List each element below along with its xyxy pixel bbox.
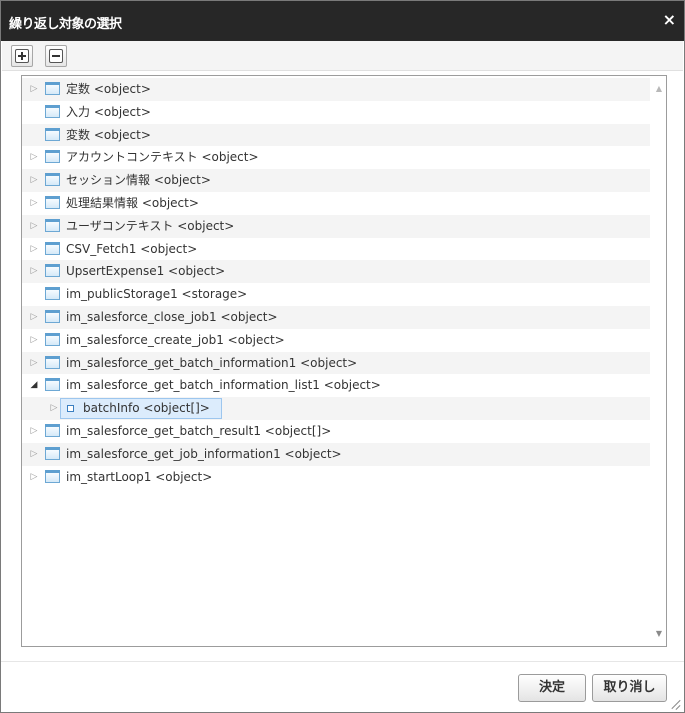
tree-rows: ▷ 定数 <object> 入力 <object> 変数 <object> ▷ … [22, 78, 651, 488]
tree-node-label: アカウントコンテキスト <object> [66, 150, 259, 165]
tree-node-get-batch-information-list[interactable]: ◢ im_salesforce_get_batch_information_li… [22, 374, 651, 397]
minus-box-icon [49, 49, 63, 63]
folder-icon [45, 241, 60, 255]
collapse-arrow-icon[interactable]: ◢ [29, 374, 39, 397]
expand-all-button[interactable] [11, 45, 33, 67]
folder-icon [45, 332, 60, 346]
expand-arrow-icon[interactable]: ▷ [29, 146, 39, 169]
dialog-titlebar: 繰り返し対象の選択 × [1, 1, 684, 41]
expand-arrow-icon[interactable]: ▷ [29, 192, 39, 215]
scroll-down-icon[interactable]: ▼ [656, 629, 662, 638]
tree-node-label: 入力 <object> [66, 104, 151, 119]
folder-icon [45, 195, 60, 209]
tree-node-label: UpsertExpense1 <object> [66, 264, 226, 279]
folder-icon [45, 104, 60, 118]
tree-node-session-info[interactable]: ▷ セッション情報 <object> [22, 169, 651, 192]
expand-arrow-icon[interactable]: ▷ [29, 352, 39, 375]
folder-icon [45, 423, 60, 437]
tree-node-user-context[interactable]: ▷ ユーザコンテキスト <object> [22, 214, 651, 238]
plus-box-icon [15, 49, 29, 63]
folder-icon [45, 218, 60, 232]
expand-arrow-icon[interactable]: ▷ [29, 78, 39, 101]
folder-icon [45, 150, 60, 164]
tree-node-csv-fetch[interactable]: ▷ CSV_Fetch1 <object> [22, 238, 651, 261]
tree-node-process-result[interactable]: ▷ 処理結果情報 <object> [22, 192, 651, 215]
tree-node-close-job[interactable]: ▷ im_salesforce_close_job1 <object> [22, 305, 651, 329]
folder-icon [45, 287, 60, 301]
expand-arrow-icon[interactable]: ▷ [29, 238, 39, 261]
folder-icon [45, 127, 60, 141]
folder-icon [45, 309, 60, 323]
tree-node-label: batchInfo <object[]> [83, 401, 210, 416]
folder-icon [45, 173, 60, 187]
expand-arrow-icon[interactable]: ▷ [29, 466, 39, 489]
expand-arrow-icon[interactable]: ▷ [49, 397, 59, 420]
tree-node-start-loop[interactable]: ▷ im_startLoop1 <object> [22, 466, 651, 489]
tree-node-label: 変数 <object> [66, 127, 151, 142]
footer-divider [1, 661, 684, 662]
tree-view: ▷ 定数 <object> 入力 <object> 変数 <object> ▷ … [21, 75, 667, 647]
tree-node-upsert-expense[interactable]: ▷ UpsertExpense1 <object> [22, 260, 651, 284]
resize-grip-icon[interactable] [671, 699, 681, 709]
tree-node-get-batch-result[interactable]: ▷ im_salesforce_get_batch_result1 <objec… [22, 420, 651, 443]
folder-icon [45, 469, 60, 483]
tree-node-batchinfo[interactable]: ▷ batchInfo <object[]> [22, 397, 651, 420]
expand-arrow-icon[interactable]: ▷ [29, 306, 39, 329]
collapse-all-button[interactable] [45, 45, 67, 67]
expand-arrow-icon[interactable]: ▷ [29, 420, 39, 443]
folder-icon [45, 378, 60, 392]
vertical-scrollbar[interactable]: ▲ ▼ [650, 76, 666, 646]
tree-node-label: im_salesforce_create_job1 <object> [66, 332, 285, 347]
tree-node-label: im_salesforce_close_job1 <object> [66, 309, 278, 324]
scroll-up-icon[interactable]: ▲ [656, 84, 662, 93]
tree-node-label: im_salesforce_get_job_information1 <obje… [66, 446, 342, 461]
tree-node-create-job[interactable]: ▷ im_salesforce_create_job1 <object> [22, 329, 651, 352]
folder-icon [45, 355, 60, 369]
folder-icon [45, 82, 60, 95]
expand-arrow-icon[interactable]: ▷ [29, 169, 39, 192]
expand-arrow-icon[interactable]: ▷ [29, 329, 39, 352]
expand-arrow-icon[interactable]: ▷ [29, 215, 39, 238]
tree-node-label: im_salesforce_get_batch_result1 <object[… [66, 423, 332, 438]
tree-node-label: im_startLoop1 <object> [66, 469, 213, 484]
tree-node-constants[interactable]: ▷ 定数 <object> [22, 78, 651, 101]
folder-icon [45, 446, 60, 460]
tree-node-label: im_salesforce_get_batch_information1 <ob… [66, 355, 358, 370]
expand-arrow-icon[interactable]: ▷ [29, 443, 39, 466]
folder-icon [45, 264, 60, 278]
tree-node-public-storage[interactable]: im_publicStorage1 <storage> [22, 283, 651, 306]
cancel-button[interactable]: 取り消し [592, 674, 667, 702]
tree-node-label: 定数 <object> [66, 82, 151, 96]
tree-node-input[interactable]: 入力 <object> [22, 101, 651, 124]
tree-node-get-batch-information[interactable]: ▷ im_salesforce_get_batch_information1 <… [22, 351, 651, 375]
array-icon [67, 405, 74, 413]
dialog-title: 繰り返し対象の選択 [9, 17, 122, 32]
expand-arrow-icon[interactable]: ▷ [29, 260, 39, 283]
repeat-target-dialog: 繰り返し対象の選択 × ▷ 定数 <object> 入力 <object> 変数… [0, 0, 685, 713]
confirm-button[interactable]: 決定 [518, 674, 586, 702]
tree-node-label: セッション情報 <object> [66, 173, 211, 188]
close-icon[interactable]: × [663, 11, 676, 29]
tree-node-label: im_salesforce_get_batch_information_list… [66, 378, 381, 393]
tree-node-account-context[interactable]: ▷ アカウントコンテキスト <object> [22, 146, 651, 169]
tree-node-label: CSV_Fetch1 <object> [66, 241, 198, 256]
tree-node-get-job-information[interactable]: ▷ im_salesforce_get_job_information1 <ob… [22, 442, 651, 466]
tree-node-variables[interactable]: 変数 <object> [22, 123, 651, 147]
tree-node-label: ユーザコンテキスト <object> [66, 218, 235, 233]
tree-node-label: 処理結果情報 <object> [66, 195, 199, 210]
tree-node-label: im_publicStorage1 <storage> [66, 287, 248, 302]
tree-toolbar [2, 41, 683, 71]
